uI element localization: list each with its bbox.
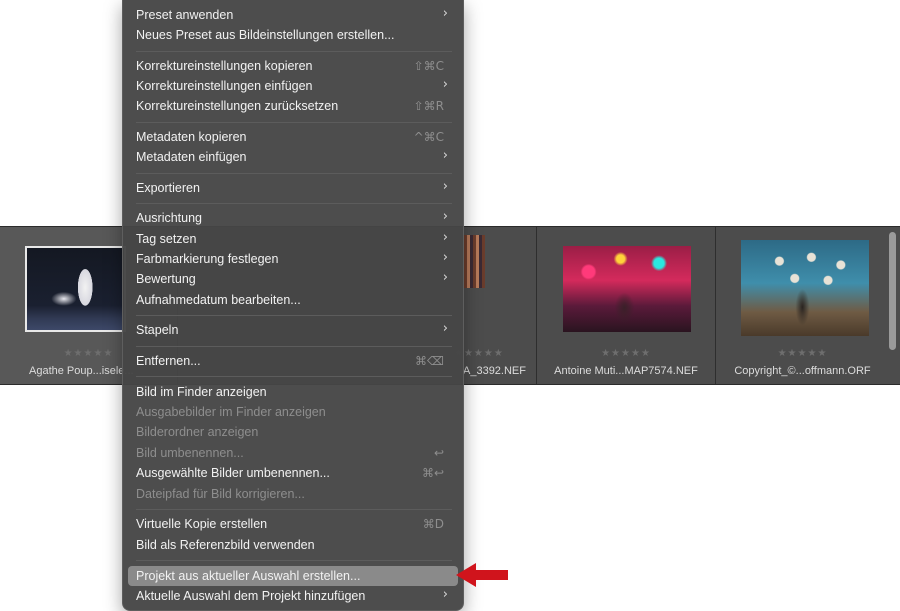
menu-item-label: Korrektureinstellungen zurücksetzen — [136, 99, 339, 113]
submenu-chevron-icon: › — [442, 270, 448, 285]
thumbnail-filename: Antoine Muti...MAP7574.NEF — [554, 365, 698, 377]
menu-separator — [136, 509, 452, 510]
menu-item-korrektur-kopieren[interactable]: Korrektureinstellungen kopieren ⇧⌘C — [128, 56, 458, 76]
menu-item-label: Projekt aus aktueller Auswahl erstellen.… — [136, 569, 361, 583]
menu-item-bewertung[interactable]: Bewertung › — [128, 269, 458, 289]
menu-item-label: Bild als Referenzbild verwenden — [136, 538, 315, 552]
menu-separator — [136, 51, 452, 52]
submenu-chevron-icon: › — [442, 179, 448, 194]
menu-item-projekt-erstellen[interactable]: Projekt aus aktueller Auswahl erstellen.… — [128, 566, 458, 586]
keyboard-shortcut: ⌘⌫ — [415, 354, 444, 368]
menu-separator — [136, 315, 452, 316]
thumbnail-image[interactable] — [741, 240, 869, 336]
menu-item-label: Ausgewählte Bilder umbenennen... — [136, 466, 330, 480]
keyboard-shortcut: ^⌘C — [413, 130, 444, 144]
star-rating[interactable]: ★★★★★ — [716, 348, 889, 359]
star-rating[interactable]: ★★★★★ — [537, 348, 715, 359]
menu-item-label: Preset anwenden — [136, 8, 234, 22]
menu-item-label: Ausrichtung — [136, 211, 203, 225]
submenu-chevron-icon: › — [442, 587, 448, 602]
menu-item-label: Bilderordner anzeigen — [136, 425, 259, 439]
menu-item-metadaten-kopieren[interactable]: Metadaten kopieren ^⌘C — [128, 127, 458, 147]
menu-separator — [136, 203, 452, 204]
menu-item-metadaten-einfuegen[interactable]: Metadaten einfügen › — [128, 147, 458, 167]
menu-item-label: Ausgabebilder im Finder anzeigen — [136, 405, 326, 419]
menu-item-label: Bewertung — [136, 272, 196, 286]
filmstrip-scrollbar[interactable] — [889, 232, 896, 350]
menu-item-preset-anwenden[interactable]: Preset anwenden › — [128, 5, 458, 25]
menu-item-bild-im-finder[interactable]: Bild im Finder anzeigen — [128, 382, 458, 402]
thumbnail-image[interactable] — [25, 246, 126, 332]
submenu-chevron-icon: › — [442, 148, 448, 163]
menu-item-label: Dateipfad für Bild korrigieren... — [136, 487, 305, 501]
menu-item-label: Stapeln — [136, 323, 179, 337]
menu-item-neues-preset[interactable]: Neues Preset aus Bildeinstellungen erste… — [128, 25, 458, 45]
menu-item-label: Tag setzen — [136, 232, 197, 246]
menu-item-label: Aktuelle Auswahl dem Projekt hinzufügen — [136, 589, 366, 603]
menu-item-entfernen[interactable]: Entfernen... ⌘⌫ — [128, 351, 458, 371]
thumbnail-image[interactable] — [464, 235, 485, 288]
menu-item-tag-setzen[interactable]: Tag setzen › — [128, 229, 458, 249]
keyboard-shortcut: ⌘D — [422, 517, 444, 531]
menu-item-label: Neues Preset aus Bildeinstellungen erste… — [136, 28, 395, 42]
menu-item-label: Korrektureinstellungen kopieren — [136, 59, 313, 73]
thumbnail-image[interactable] — [563, 246, 691, 332]
menu-item-label: Aufnahmedatum bearbeiten... — [136, 293, 301, 307]
menu-separator — [136, 346, 452, 347]
keyboard-shortcut: ⌘↩ — [421, 466, 444, 480]
menu-item-label: Virtuelle Kopie erstellen — [136, 517, 268, 531]
thumbnail-cell[interactable]: ★★★★★ Copyright_©...offmann.ORF — [716, 227, 889, 384]
keyboard-shortcut: ⇧⌘R — [413, 99, 444, 113]
menu-item-bilderordner-anzeigen: Bilderordner anzeigen — [128, 422, 458, 442]
keyboard-shortcut: ⇧⌘C — [413, 59, 444, 73]
thumbnail-filename: Copyright_©...offmann.ORF — [734, 365, 871, 377]
thumbnail-filename: A_3392.NEF — [463, 365, 526, 377]
menu-item-label: Bild umbenennen... — [136, 446, 244, 460]
menu-item-korrektur-einfuegen[interactable]: Korrektureinstellungen einfügen › — [128, 76, 458, 96]
menu-item-aufnahmedatum[interactable]: Aufnahmedatum bearbeiten... — [128, 290, 458, 310]
menu-item-label: Korrektureinstellungen einfügen — [136, 79, 313, 93]
menu-item-ausrichtung[interactable]: Ausrichtung › — [128, 208, 458, 228]
menu-item-ausgabebilder-im-finder: Ausgabebilder im Finder anzeigen — [128, 402, 458, 422]
menu-item-korrektur-zuruecksetzen[interactable]: Korrektureinstellungen zurücksetzen ⇧⌘R — [128, 96, 458, 116]
keyboard-shortcut: ↩ — [433, 446, 444, 460]
menu-separator — [136, 376, 452, 377]
menu-item-label: Exportieren — [136, 181, 200, 195]
submenu-chevron-icon: › — [442, 209, 448, 224]
menu-separator — [136, 173, 452, 174]
menu-item-exportieren[interactable]: Exportieren › — [128, 178, 458, 198]
menu-item-referenzbild[interactable]: Bild als Referenzbild verwenden — [128, 535, 458, 555]
annotation-arrow-icon — [456, 563, 508, 587]
menu-item-bild-umbenennen: Bild umbenennen... ↩ — [128, 443, 458, 463]
menu-item-label: Entfernen... — [136, 354, 201, 368]
submenu-chevron-icon: › — [442, 6, 448, 21]
menu-item-label: Bild im Finder anzeigen — [136, 385, 267, 399]
menu-item-virtuelle-kopie[interactable]: Virtuelle Kopie erstellen ⌘D — [128, 514, 458, 534]
context-menu: Preset anwenden › Neues Preset aus Bilde… — [122, 0, 464, 611]
submenu-chevron-icon: › — [442, 321, 448, 336]
menu-item-label: Metadaten kopieren — [136, 130, 247, 144]
menu-item-label: Farbmarkierung festlegen — [136, 252, 279, 266]
submenu-chevron-icon: › — [442, 77, 448, 92]
menu-item-farbmarkierung[interactable]: Farbmarkierung festlegen › — [128, 249, 458, 269]
menu-separator — [136, 560, 452, 561]
menu-item-stapeln[interactable]: Stapeln › — [128, 320, 458, 340]
menu-item-ausgewaehlte-umbenennen[interactable]: Ausgewählte Bilder umbenennen... ⌘↩ — [128, 463, 458, 483]
thumbnail-cell[interactable]: ★★★★★ Antoine Muti...MAP7574.NEF — [537, 227, 716, 384]
menu-separator — [136, 122, 452, 123]
menu-item-dateipfad-korrigieren: Dateipfad für Bild korrigieren... — [128, 484, 458, 504]
submenu-chevron-icon: › — [442, 230, 448, 245]
menu-item-auswahl-zum-projekt[interactable]: Aktuelle Auswahl dem Projekt hinzufügen … — [128, 586, 458, 606]
menu-item-label: Metadaten einfügen — [136, 150, 247, 164]
submenu-chevron-icon: › — [442, 250, 448, 265]
